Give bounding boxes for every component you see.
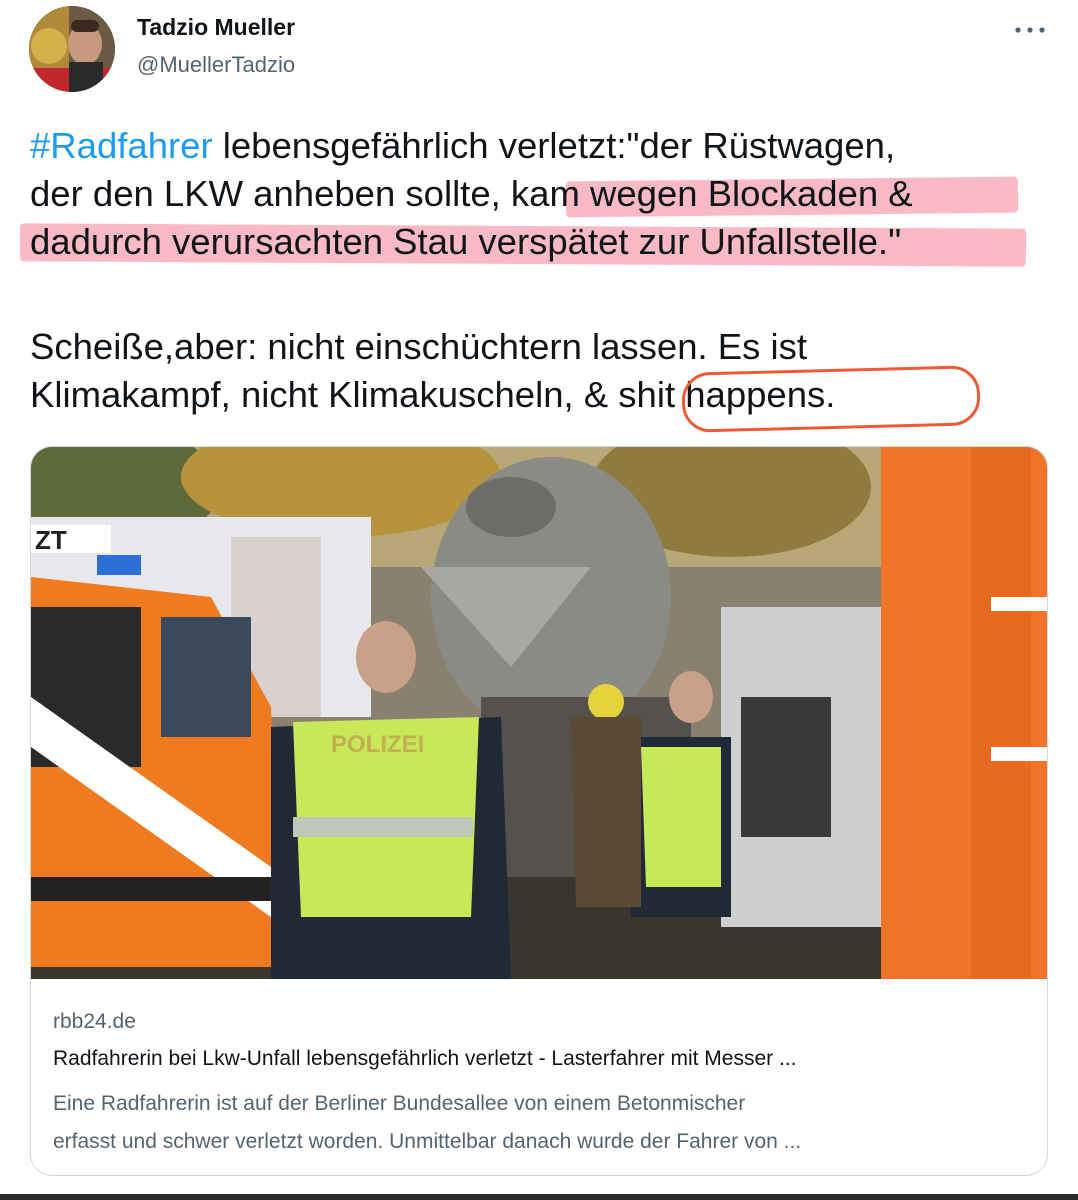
card-image: ZT POLIZEI: [31, 447, 1047, 979]
tweet-line-1: #Radfahrer lebensgefährlich verletzt:"de…: [30, 122, 1060, 170]
circle-annotation: [681, 365, 981, 433]
card-description: Eine Radfahrerin ist auf der Berliner Bu…: [53, 1085, 1033, 1161]
more-horizontal-icon: [1015, 27, 1045, 33]
highlighted-text: dadurch verursachten Stau verspätet zur …: [30, 221, 902, 262]
avatar[interactable]: [29, 6, 115, 92]
tweet-line-3: dadurch verursachten Stau verspätet zur …: [19, 218, 1060, 267]
tweet-line-5-text: Klimakampf, nicht Klimakuscheln, &: [30, 374, 619, 415]
hashtag-link[interactable]: #Radfahrer: [30, 125, 213, 166]
author-name[interactable]: Tadzio Mueller: [137, 14, 295, 41]
tweet: Tadzio Mueller @MuellerTadzio #Radfahrer…: [0, 0, 1078, 1200]
tweet-line-2: der den LKW anheben sollte, kam wegen Bl…: [30, 170, 1060, 218]
vest-text: POLIZEI: [331, 731, 424, 758]
tweet-line-2-text: der den LKW anheben sollte,: [30, 173, 511, 214]
avatar-image: [29, 6, 115, 92]
vehicle-sign-text: ZT: [35, 525, 67, 555]
tweet-text-2: Scheiße,aber: nicht einschüchtern lassen…: [30, 323, 1060, 433]
tweet-line-4: Scheiße,aber: nicht einschüchtern lassen…: [30, 326, 808, 367]
tweet-line-5: Klimakampf, nicht Klimakuscheln, & shit …: [30, 365, 1060, 433]
card-description-line: Eine Radfahrerin ist auf der Berliner Bu…: [53, 1092, 746, 1115]
author-handle[interactable]: @MuellerTadzio: [137, 52, 295, 78]
highlighted-text: kam wegen Blockaden &: [510, 173, 913, 214]
more-options-button[interactable]: [1008, 20, 1052, 40]
card-domain: rbb24.de: [53, 1010, 136, 1033]
card-title[interactable]: Radfahrerin bei Lkw-Unfall lebensgefährl…: [53, 1047, 796, 1071]
bottom-edge: [0, 1194, 1078, 1200]
link-card[interactable]: ZT POLIZEI rbb24.de Radfahrerin bei Lkw-…: [30, 446, 1048, 1176]
tweet-text: #Radfahrer lebensgefährlich verletzt:"de…: [19, 122, 1060, 267]
tweet-line-1-text: lebensgefährlich verletzt:"der Rüstwagen…: [212, 125, 896, 166]
card-description-line: erfasst und schwer verletzt worden. Unmi…: [53, 1130, 802, 1153]
